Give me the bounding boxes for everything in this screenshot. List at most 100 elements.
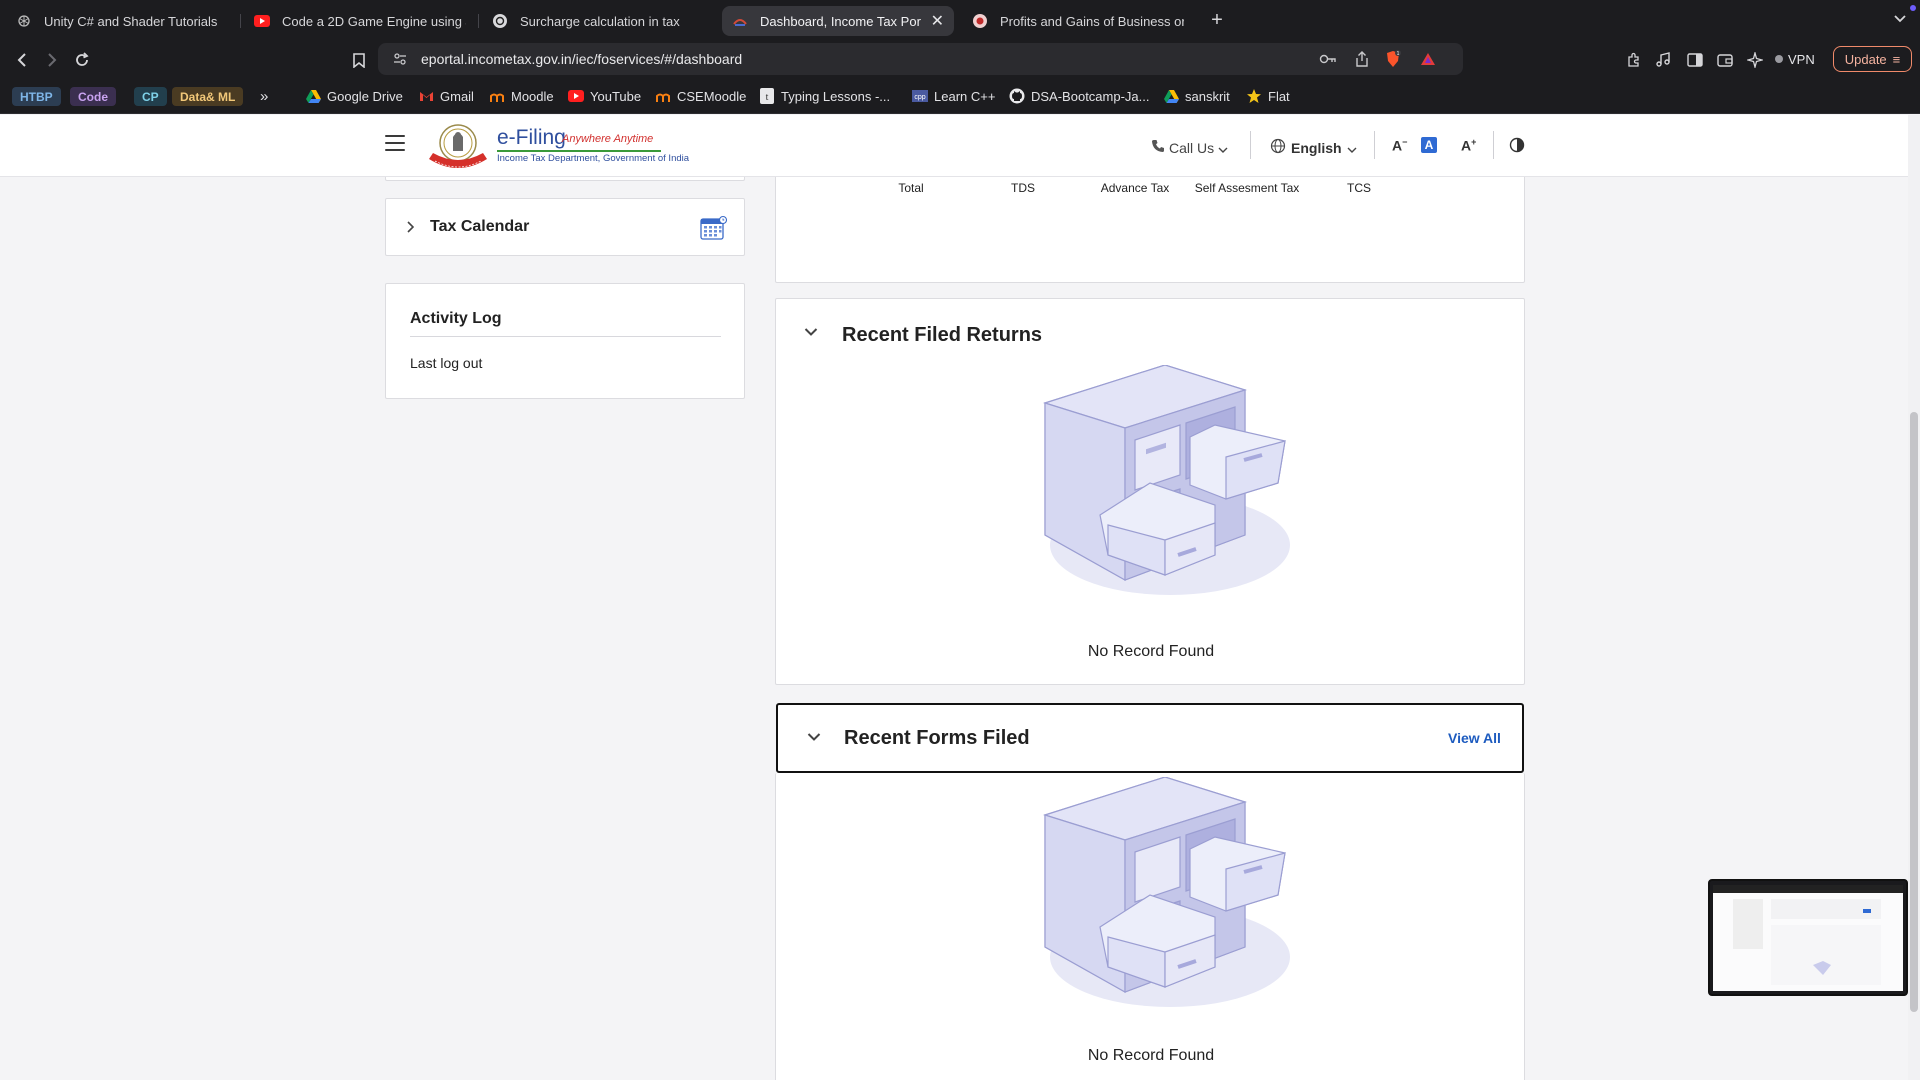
wallet-icon[interactable] xyxy=(1713,48,1737,72)
last-logout-label: Last log out xyxy=(410,355,483,371)
recent-forms-filed-body: No Record Found xyxy=(775,773,1525,1080)
tab-profits-gains[interactable]: Profits and Gains of Business or P xyxy=(962,6,1194,36)
logo-department: Income Tax Department, Government of Ind… xyxy=(497,153,690,164)
tab-label: Dashboard, Income Tax Porta xyxy=(760,13,921,29)
reload-icon[interactable] xyxy=(70,48,94,72)
site-icon xyxy=(972,13,988,29)
preview-thumbnail xyxy=(1713,885,1903,991)
language-dropdown[interactable]: English xyxy=(1270,138,1357,157)
divider xyxy=(410,336,721,337)
forward-icon[interactable] xyxy=(40,48,64,72)
vpn-status-icon xyxy=(1775,55,1783,63)
x-tick-label: TCS xyxy=(1347,181,1371,195)
font-increase-button[interactable]: A+ xyxy=(1461,137,1476,154)
chevron-down-icon[interactable] xyxy=(804,327,818,337)
picture-in-picture-preview[interactable] xyxy=(1708,879,1908,996)
chevron-down-icon xyxy=(1347,140,1357,156)
key-icon[interactable] xyxy=(1318,49,1338,69)
recent-forms-filed-header[interactable]: Recent Forms Filed View All xyxy=(776,703,1524,773)
more-bookmarks-icon[interactable]: » xyxy=(260,86,268,106)
font-default-button[interactable]: A xyxy=(1421,137,1437,153)
svg-text:cpp: cpp xyxy=(914,94,925,101)
bookmark-learn-cpp[interactable]: cpp Learn C++ xyxy=(912,86,995,106)
view-all-link[interactable]: View All xyxy=(1448,730,1501,746)
bookmark-folder-code[interactable]: Code xyxy=(70,87,116,106)
call-us-label: Call Us xyxy=(1169,139,1215,156)
bookmark-youtube[interactable]: YouTube xyxy=(568,86,641,106)
update-button[interactable]: Update ≡ xyxy=(1833,46,1912,72)
youtube-icon xyxy=(568,88,584,104)
chevron-down-icon xyxy=(1218,140,1228,156)
logo-tagline: Anywhere Anytime xyxy=(562,133,654,145)
empty-cabinet-icon xyxy=(1043,365,1290,595)
bookmark-typing-lessons[interactable]: t Typing Lessons -... xyxy=(759,86,890,106)
bookmark-gmail[interactable]: Gmail xyxy=(418,86,474,106)
typing-icon: t xyxy=(759,88,775,104)
phone-icon xyxy=(1151,139,1165,156)
bookmark-csemoodle[interactable]: CSEMoodle xyxy=(655,86,746,106)
menu-icon: ≡ xyxy=(1892,51,1901,67)
no-record-message: No Record Found xyxy=(1087,1047,1215,1064)
vpn-label: VPN xyxy=(1788,51,1815,67)
browser-tab-bar: Unity C# and Shader Tutorials Code a 2D … xyxy=(0,0,1920,40)
hamburger-menu-icon[interactable] xyxy=(385,135,405,151)
brave-shield-icon[interactable]: 1 xyxy=(1383,49,1403,69)
font-decrease-button[interactable]: A− xyxy=(1392,137,1407,154)
header-divider xyxy=(1493,131,1494,159)
x-tick-label: TDS xyxy=(1011,181,1035,195)
bookmark-flat[interactable]: Flat xyxy=(1246,86,1290,106)
chevron-down-icon[interactable] xyxy=(807,732,821,742)
bookmark-folder-htbp[interactable]: HTBP xyxy=(12,87,61,106)
notification-dot xyxy=(1910,5,1916,11)
tab-divider xyxy=(478,14,479,28)
site-settings-icon[interactable] xyxy=(390,49,410,69)
recent-filed-returns-title: Recent Filed Returns xyxy=(842,324,1043,346)
chevron-down-icon[interactable] xyxy=(1890,9,1910,29)
calendar-icon xyxy=(700,215,727,240)
address-bar[interactable]: eportal.incometax.gov.in/iec/foservices/… xyxy=(378,43,1463,75)
tab-unity[interactable]: Unity C# and Shader Tutorials xyxy=(6,6,238,36)
tab-dashboard[interactable]: Dashboard, Income Tax Porta ✕ xyxy=(722,6,954,36)
sidebar-icon[interactable] xyxy=(1683,48,1707,72)
tab-divider xyxy=(240,14,241,28)
bookmark-folder-data-ml[interactable]: Data& ML xyxy=(172,87,244,106)
scrollbar-thumb[interactable] xyxy=(1910,412,1918,1012)
language-label: English xyxy=(1291,139,1342,156)
logo-underline xyxy=(497,150,661,152)
bookmark-icon[interactable] xyxy=(347,48,371,72)
page-viewport: e-Filing Anywhere Anytime Income Tax Dep… xyxy=(0,115,1908,1080)
bookmark-folder-cp[interactable]: CP xyxy=(134,87,167,106)
new-tab-button[interactable]: + xyxy=(1203,6,1231,34)
tab-label: Profits and Gains of Business or P xyxy=(1000,13,1184,29)
bookmark-google-drive[interactable]: Google Drive xyxy=(305,86,403,106)
activity-log-card: Activity Log Last log out xyxy=(385,283,745,399)
back-icon[interactable] xyxy=(10,48,34,72)
tab-surcharge[interactable]: Surcharge calculation in tax xyxy=(482,6,714,36)
google-drive-icon xyxy=(305,88,321,104)
moodle-icon xyxy=(489,88,505,104)
share-icon[interactable] xyxy=(1352,49,1372,69)
chevron-right-icon xyxy=(406,220,415,238)
contrast-icon[interactable] xyxy=(1509,137,1525,153)
call-us-dropdown[interactable]: Call Us xyxy=(1151,139,1228,156)
unity-icon xyxy=(16,13,32,29)
emblem-logo-icon[interactable] xyxy=(425,121,491,173)
bookmarks-bar: HTBP Code CP Data& ML » Google Drive Gma… xyxy=(0,78,1920,114)
bookmark-sanskrit[interactable]: sanskrit xyxy=(1163,86,1230,106)
tax-calendar-card[interactable]: Tax Calendar xyxy=(385,198,745,256)
close-icon[interactable]: ✕ xyxy=(921,11,944,31)
bookmark-moodle[interactable]: Moodle xyxy=(489,86,554,106)
tab-game-engine[interactable]: Code a 2D Game Engine using Ja xyxy=(244,6,476,36)
bookmark-dsa-bootcamp[interactable]: DSA-Bootcamp-Ja... xyxy=(1009,86,1150,106)
brave-rewards-icon[interactable] xyxy=(1418,49,1438,69)
recent-filed-returns-section: Recent Filed Returns No Record Found xyxy=(775,298,1525,685)
vpn-button[interactable]: VPN xyxy=(1775,48,1815,70)
extensions-icon[interactable] xyxy=(1622,48,1646,72)
logo-title: e-Filing xyxy=(497,126,566,149)
drive-icon xyxy=(1163,88,1179,104)
incometax-icon xyxy=(732,13,748,29)
header-divider xyxy=(1374,131,1375,159)
leo-ai-icon[interactable] xyxy=(1743,48,1767,72)
github-icon xyxy=(1009,88,1025,104)
media-icon[interactable] xyxy=(1651,48,1675,72)
